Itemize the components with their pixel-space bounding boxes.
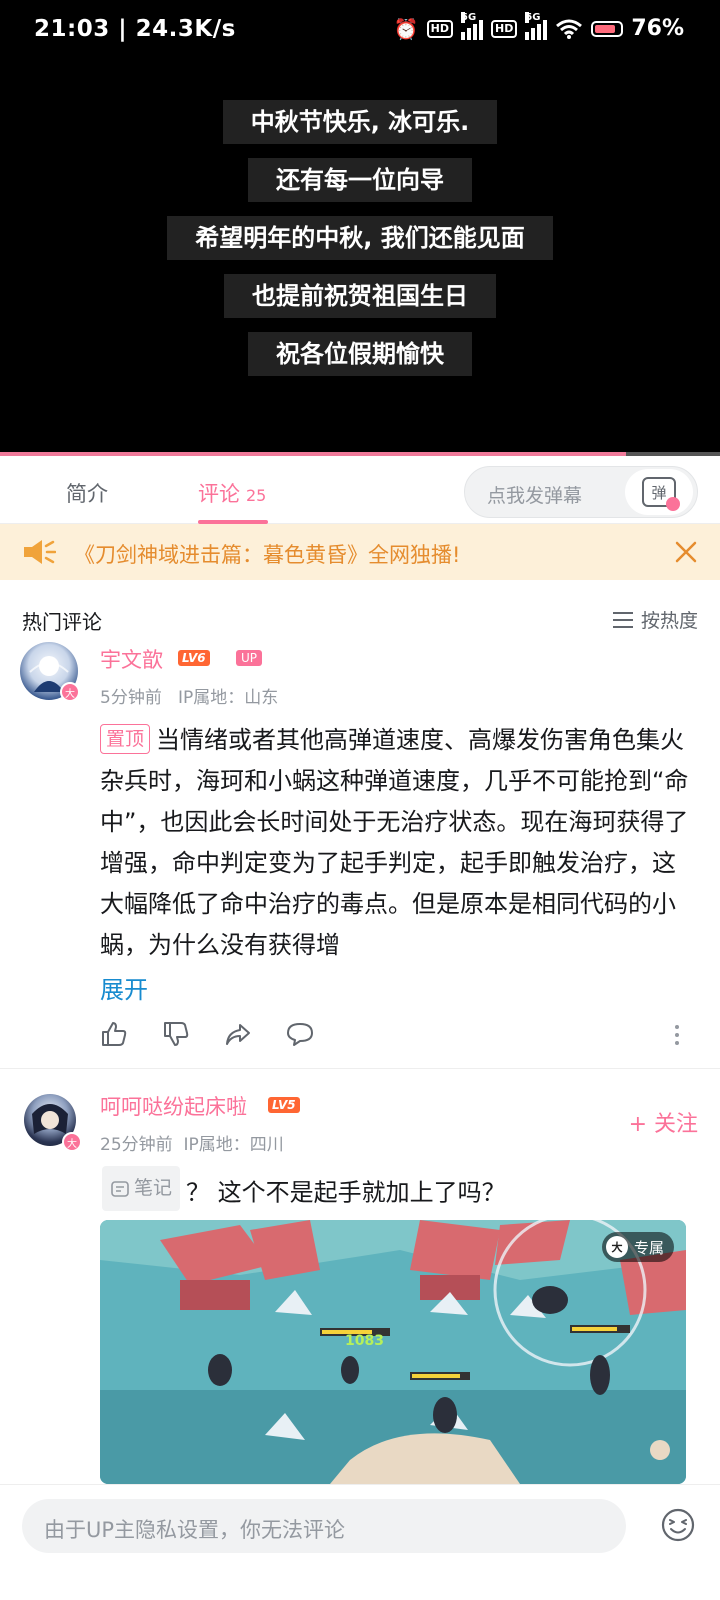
status-time: 21:03 | 24.3K/s: [34, 16, 236, 42]
more-icon[interactable]: [674, 1024, 680, 1046]
tab-comments[interactable]: 评论 25: [198, 478, 266, 508]
subtitle-block: 中秋节快乐, 冰可乐. 还有每一位向导 希望明年的中秋, 我们还能见面 也提前祝…: [0, 100, 720, 376]
vip-badge: 大: [60, 682, 80, 702]
damage-number: 1083: [345, 1333, 384, 1349]
comment-input[interactable]: 由于UP主隐私设置，你无法评论: [22, 1499, 626, 1553]
subtitle-line: 也提前祝贺祖国生日: [224, 274, 496, 318]
reply-icon[interactable]: [286, 1020, 314, 1048]
danmaku-input[interactable]: 点我发弹幕 弹: [464, 466, 698, 518]
comment-time: 25分钟前: [100, 1135, 173, 1155]
level-badge: LV6: [178, 650, 210, 666]
hd-icon-2: HD: [490, 19, 518, 38]
hd-icon: HD: [426, 19, 453, 38]
avatar[interactable]: 大: [24, 1094, 84, 1154]
tab-bar: 简介 评论 25 点我发弹幕 弹: [0, 456, 720, 524]
megaphone-icon: [24, 540, 56, 564]
sort-label: 按热度: [640, 610, 698, 632]
follow-button[interactable]: + 关注: [629, 1106, 698, 1138]
comment-meta: 25分钟前 IP属地：四川: [100, 1130, 284, 1155]
comment-content[interactable]: 置顶 当情绪或者其他高弹道速度、高爆发伤害角色集火杂兵时，海珂和小蜗这种弹道速度，…: [100, 720, 690, 966]
banner-text: 《刀剑神域进击篇：暮色黄昏》全网独播!: [74, 543, 461, 567]
comment-input-placeholder: 由于UP主隐私设置，你无法评论: [44, 1518, 346, 1542]
battery-percent: 76%: [631, 16, 684, 41]
hot-comments-title: 热门评论: [22, 610, 102, 634]
comment-meta: 5分钟前 IP属地：山东: [100, 683, 278, 708]
username[interactable]: 宇文歆: [100, 644, 163, 674]
avatar[interactable]: 大: [20, 642, 80, 702]
game-screenshot: 1083: [100, 1220, 686, 1484]
note-chip[interactable]: 笔记: [102, 1166, 181, 1211]
danmaku-toggle-button[interactable]: 弹: [625, 469, 693, 515]
tab-comments-count: 25: [246, 486, 267, 505]
list-icon: [612, 611, 633, 628]
status-icons: ⏰ HD 5G HD 5G 76%: [393, 11, 684, 41]
signal-icon-2: 5G: [525, 11, 548, 40]
exclusive-badge: 大 专属: [601, 1232, 674, 1262]
comment-content[interactable]: 笔记 ？ 这个不是起手就加上了吗？: [102, 1166, 692, 1214]
comment-text: ？ 这个不是起手就加上了吗？: [186, 1178, 506, 1207]
subtitle-line: 希望明年的中秋, 我们还能见面: [167, 216, 553, 260]
signal-icon: 5G: [460, 11, 483, 40]
dislike-icon[interactable]: [162, 1020, 190, 1048]
danmaku-placeholder: 点我发弹幕: [487, 485, 583, 507]
close-icon[interactable]: [670, 536, 702, 568]
promo-banner[interactable]: 《刀剑神域进击篇：暮色黄昏》全网独播!: [0, 524, 720, 580]
pinned-badge: 置顶: [100, 724, 151, 754]
status-bar: 21:03 | 24.3K/s ⏰ HD 5G HD 5G 76%: [0, 0, 720, 64]
sort-button[interactable]: 按热度: [612, 606, 698, 633]
comment-ip: IP属地：四川: [183, 1135, 284, 1155]
note-icon: [111, 1180, 129, 1197]
tab-comments-label: 评论: [198, 482, 240, 506]
expand-link[interactable]: 展开: [100, 970, 148, 1005]
subtitle-line: 还有每一位向导: [248, 158, 472, 202]
level-badge: LV5: [268, 1097, 300, 1113]
comment-ip: IP属地：山东: [178, 688, 279, 708]
video-player[interactable]: 21:03 | 24.3K/s ⏰ HD 5G HD 5G 76% 中秋节快乐,…: [0, 0, 720, 455]
like-icon[interactable]: [100, 1020, 128, 1048]
tab-intro[interactable]: 简介: [66, 478, 108, 508]
up-badge: UP: [236, 650, 263, 666]
alarm-icon: ⏰: [393, 16, 419, 41]
danmaku-icon: 弹: [642, 477, 680, 511]
subtitle-line: 中秋节快乐, 冰可乐.: [222, 100, 498, 144]
vip-badge: 大: [62, 1132, 82, 1152]
comment-image[interactable]: 1083 大 专属: [100, 1220, 686, 1484]
share-icon[interactable]: [224, 1020, 252, 1048]
subtitle-line: 祝各位假期愉快: [248, 332, 472, 376]
emoji-icon[interactable]: [660, 1507, 696, 1543]
username[interactable]: 呵呵哒纷起床啦: [100, 1091, 247, 1121]
comment-divider: [0, 1068, 720, 1069]
vip-icon: 大: [605, 1236, 628, 1258]
battery-icon: [591, 20, 624, 37]
comment-actions: [100, 1020, 314, 1048]
comment-text: 当情绪或者其他高弹道速度、高爆发伤害角色集火杂兵时，海珂和小蜗这种弹道速度，几乎…: [100, 726, 689, 959]
comment-time: 5分钟前: [100, 688, 162, 708]
bottom-comment-bar: 由于UP主隐私设置，你无法评论: [0, 1484, 720, 1600]
wifi-icon: [556, 19, 583, 39]
